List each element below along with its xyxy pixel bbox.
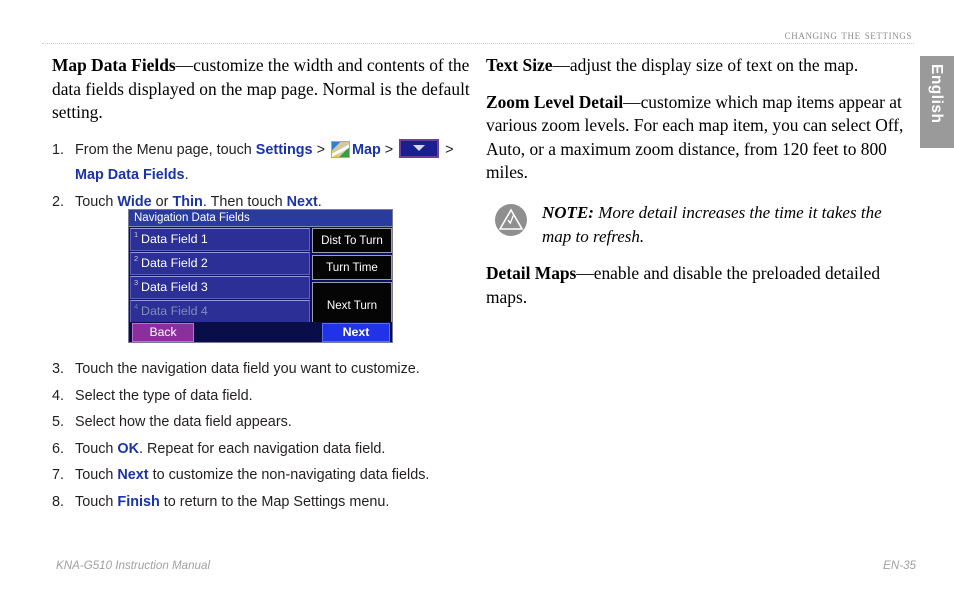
step-text: > xyxy=(312,141,329,158)
language-tab-english[interactable]: English xyxy=(920,56,954,148)
step-keyword: Next xyxy=(286,193,318,210)
step-item: 7. Touch Next to customize the non-naviga… xyxy=(52,463,482,489)
steps-list-before-figure: 1. From the Menu page, touch Settings > M… xyxy=(52,138,472,216)
step-number: 5. xyxy=(52,414,65,430)
gps-type-button[interactable]: Turn Time xyxy=(312,255,392,280)
text-size-dash: — xyxy=(552,55,570,75)
map-data-fields-paragraph: Map Data Fields—customize the width and … xyxy=(52,54,472,125)
step-text: to customize the non-navigating data fie… xyxy=(148,467,430,483)
step-number: 4. xyxy=(52,387,65,404)
text-size-paragraph: Text Size—adjust the display size of tex… xyxy=(486,54,906,78)
header-divider xyxy=(42,43,914,45)
step-item: 6. Touch OK. Repeat for each navigation d… xyxy=(52,437,482,463)
step-keyword: Thin xyxy=(172,193,203,210)
gps-type-buttons: Dist To Turn Turn Time Next Turn xyxy=(312,228,392,330)
zoom-level-detail-paragraph: Zoom Level Detail—customize which map it… xyxy=(486,91,906,185)
step-text: Touch xyxy=(75,440,118,457)
step-text: > xyxy=(380,141,398,158)
step-keyword: Next xyxy=(117,467,149,483)
step-item: 4. Select the type of data field. xyxy=(52,384,482,410)
gps-data-field-row[interactable]: 4 Data Field 4 xyxy=(130,300,310,323)
left-column: Map Data Fields—customize the width and … xyxy=(52,54,472,216)
step-keyword: Finish xyxy=(117,493,160,510)
step-text: . xyxy=(317,193,322,210)
step-text: . xyxy=(184,167,189,184)
step-keyword: Wide xyxy=(117,193,152,210)
step-number: 3. xyxy=(52,361,65,377)
map-data-fields-dash: — xyxy=(175,55,194,75)
step-text: Touch the navigation data field you want… xyxy=(75,361,420,377)
footer-page-number: EN-35 xyxy=(883,559,916,572)
step-item: 1. From the Menu page, touch Settings > M… xyxy=(52,138,472,189)
gps-row-number: 1 xyxy=(134,230,139,239)
steps-list-after-figure: 3. Touch the navigation data field you wa… xyxy=(52,357,482,515)
gps-type-button[interactable]: Dist To Turn xyxy=(312,228,392,253)
running-header: Changing the Settings xyxy=(42,26,912,44)
gps-next-button[interactable]: Next xyxy=(322,323,390,342)
steps-after-figure-wrapper: 3. Touch the navigation data field you wa… xyxy=(52,353,482,516)
gps-screen-body: 1 Data Field 1 2 Data Field 2 3 Data Field 34… xyxy=(129,227,392,342)
gps-data-field-row[interactable]: 1 Data Field 1 xyxy=(130,228,310,251)
step-text: Select how the data field appears. xyxy=(75,414,292,430)
step-number: 6. xyxy=(52,440,65,457)
note-block: NOTE: More detail increases the time it … xyxy=(486,201,906,248)
gps-back-button[interactable]: Back xyxy=(132,323,194,342)
step-text: or xyxy=(151,193,173,210)
text-size-body: adjust the display size of text on the m… xyxy=(569,55,859,75)
gps-row-number: 2 xyxy=(134,254,139,263)
step-text: to return to the Map Settings menu. xyxy=(159,493,390,510)
note-text: NOTE: More detail increases the time it … xyxy=(542,203,882,246)
gps-row-label: Data Field 4 xyxy=(141,304,208,318)
right-column: Text Size—adjust the display size of tex… xyxy=(486,54,906,322)
step-keyword: Map xyxy=(351,141,381,158)
note-label: NOTE: xyxy=(542,202,594,222)
zoom-level-detail-dash: — xyxy=(623,91,641,112)
step-item: 5. Select how the data field appears. xyxy=(52,410,482,436)
footer-manual-name: KNA-G510 Instruction Manual xyxy=(56,559,211,572)
gps-row-number: 4 xyxy=(134,302,139,311)
step-text: Touch xyxy=(75,467,118,483)
note-icon xyxy=(494,203,528,237)
gps-row-number: 3 xyxy=(134,278,139,287)
gps-screenshot-figure: Navigation Data Fields 1 Data Field 1 2 Dat… xyxy=(128,209,393,343)
step-text: . Then touch xyxy=(202,193,287,210)
gps-data-field-row[interactable]: 2 Data Field 2 xyxy=(130,252,310,275)
text-size-term: Text Size xyxy=(486,55,553,75)
detail-maps-dash: — xyxy=(576,263,594,284)
step-text: From the Menu page, touch xyxy=(75,141,256,158)
step-keyword: Settings xyxy=(255,141,313,158)
gps-footer-bar: Back Next xyxy=(129,322,392,342)
header-title: Changing the Settings xyxy=(784,27,912,42)
detail-maps-term: Detail Maps xyxy=(486,263,577,284)
step-text: Touch xyxy=(75,193,118,210)
detail-maps-paragraph: Detail Maps—enable and disable the prelo… xyxy=(486,262,906,309)
step-number: 1. xyxy=(52,141,65,158)
map-data-fields-term: Map Data Fields xyxy=(52,55,176,75)
chevron-down-icon xyxy=(399,138,440,158)
step-number: 7. xyxy=(52,467,65,483)
gps-row-label: Data Field 2 xyxy=(141,256,208,270)
gps-data-field-row[interactable]: 3 Data Field 3 xyxy=(130,276,310,299)
step-text: > xyxy=(441,141,454,158)
gps-data-field-rows: 1 Data Field 1 2 Data Field 2 3 Data Field 34… xyxy=(130,228,310,324)
page-footer: KNA-G510 Instruction Manual EN-35 xyxy=(56,559,916,572)
step-keyword: OK xyxy=(117,440,139,457)
zoom-level-detail-term: Zoom Level Detail xyxy=(486,91,624,112)
step-text: . Repeat for each navigation data field. xyxy=(139,440,386,457)
step-item: 8. Touch Finish to return to the Map Sett… xyxy=(52,490,482,516)
gps-screen-title: Navigation Data Fields xyxy=(129,210,392,227)
language-tab-label: English xyxy=(928,64,945,124)
step-item: 3. Touch the navigation data field you wa… xyxy=(52,357,482,383)
step-keyword: Map Data Fields xyxy=(75,167,185,184)
gps-row-label: Data Field 3 xyxy=(141,280,208,294)
gps-row-label: Data Field 1 xyxy=(141,232,208,246)
step-text: Touch xyxy=(75,493,118,510)
map-icon xyxy=(330,140,350,158)
step-number: 8. xyxy=(52,493,65,510)
step-number: 2. xyxy=(52,193,65,210)
step-text: Select the type of data field. xyxy=(75,387,253,404)
